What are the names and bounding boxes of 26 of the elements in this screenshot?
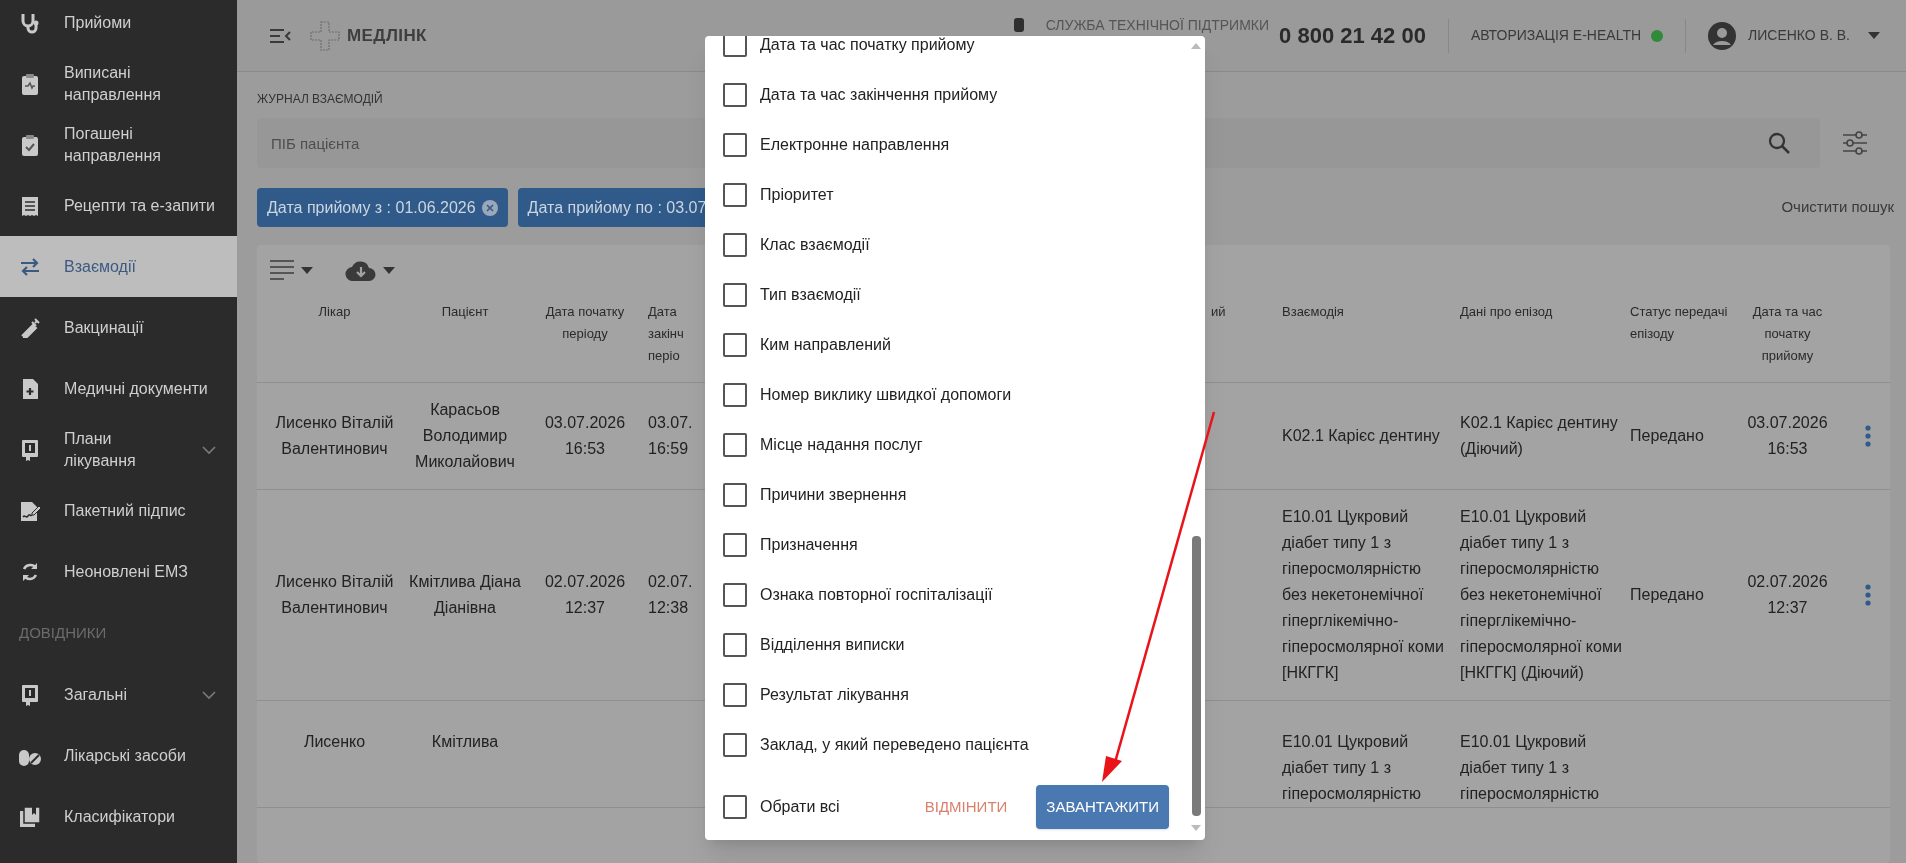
table-cell-text: Лисенко Віталій Валентинович bbox=[274, 572, 395, 618]
table-cell-text: E10.01 Цукровий діабет типу 1 з гіперосмолярністю без некетонемічної гіперглікемічно-гіперосмолярної коми [НКГГК] bbox=[1281, 507, 1445, 683]
table-cell-text: Лисенко bbox=[302, 732, 367, 752]
table-cell-text: Лисенко Віталій Валентинович bbox=[274, 413, 395, 459]
table-cell-text: Кмітлива Діана Діанівна bbox=[408, 572, 522, 618]
phone-number: 0 800 21 42 00 bbox=[1279, 22, 1426, 50]
table-cell-text: Кмітлива bbox=[430, 732, 500, 752]
table-cell-text: K02.1 Карієс дентину bbox=[1281, 426, 1441, 446]
table-cell-text: Карасьов Володимир Миколайович bbox=[414, 400, 516, 472]
table-cell-text: E10.01 Цукровий діабет типу 1 з гіперосмолярністю bbox=[1281, 732, 1422, 804]
auth-label: АВТОРИЗАЦІЯ E-HEALTH bbox=[1470, 26, 1642, 45]
table-cell-text: 02.07.2026 12:37 bbox=[543, 572, 627, 618]
table-cell-text: Передано bbox=[1630, 585, 1705, 605]
table-cell-text: 02.07. 12:38 bbox=[647, 572, 694, 618]
table-cell-text: E10.01 Цукровий діабет типу 1 з гіперосмолярністю bbox=[1459, 732, 1600, 804]
table-cell-text: 03.07.2026 16:53 bbox=[543, 413, 627, 459]
table-cell-text: 03.07. 16:59 bbox=[647, 413, 694, 459]
table-cell-text: 02.07.2026 12:37 bbox=[1746, 572, 1829, 618]
table-cell-text: E10.01 Цукровий діабет типу 1 з гіперосмолярністю без некетонемічної гіперглікемічно-гіперосмолярної коми [НКГГК] (Діючий) bbox=[1459, 507, 1623, 683]
table-cell-text: 03.07.2026 16:53 bbox=[1746, 413, 1829, 459]
support-label: СЛУЖБА ТЕХНІЧНОЇ ПІДТРИМКИ bbox=[1045, 17, 1270, 32]
breadcrumb: ЖУРНАЛ ВЗАЄМОДІЙ bbox=[257, 92, 383, 106]
logo-text: МЕДЛІНК bbox=[347, 24, 427, 47]
table-cell-text: K02.1 Карієс дентину (Діючий) bbox=[1459, 413, 1619, 459]
table-cell-text: Передано bbox=[1630, 426, 1705, 446]
section-heading: ДОВІДНИКИ bbox=[18, 622, 108, 643]
